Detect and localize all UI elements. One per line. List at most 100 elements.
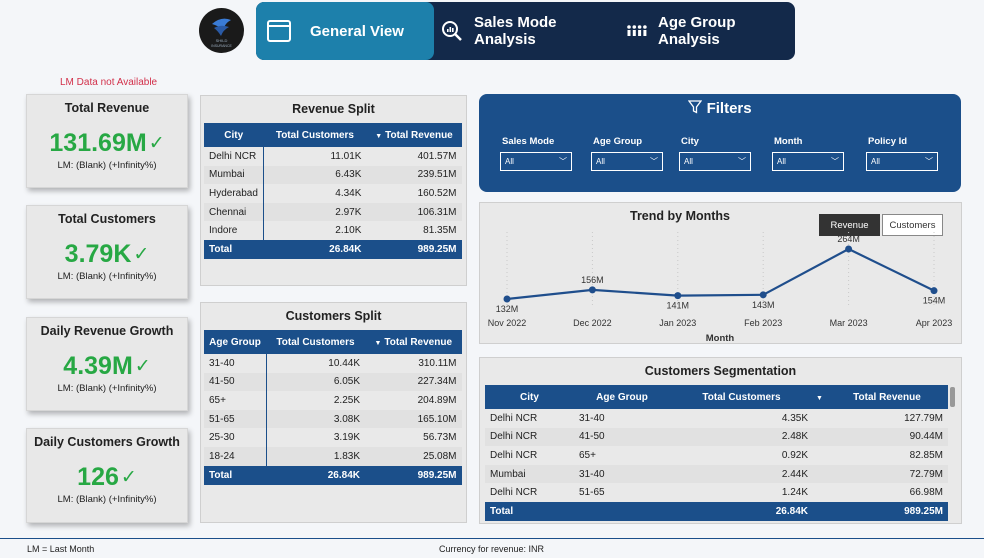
slicer-dropdown[interactable]: All ﹀	[591, 152, 663, 171]
total-cell	[574, 501, 670, 521]
slicer-dropdown[interactable]: All ﹀	[866, 152, 938, 171]
table-cell: 2.25K	[333, 394, 360, 406]
slicer-age-group[interactable]: Age Group All ﹀	[591, 136, 663, 171]
footer-divider	[0, 538, 984, 539]
x-tick-label: Dec 2022	[573, 318, 612, 328]
table-cell: 18-24	[204, 446, 267, 466]
table-row[interactable]: Indore 2.10K 81.35M	[204, 221, 462, 240]
table-cell: 66.98M	[909, 487, 943, 499]
table-cell: 227.34M	[365, 372, 462, 392]
total-cell: 989.25M	[366, 239, 462, 259]
table-cell: Delhi NCR	[490, 412, 538, 424]
filters-panel: Filters Sales Mode All ﹀ Age Group All ﹀ C…	[479, 94, 961, 192]
column-header[interactable]: City	[485, 385, 574, 409]
table-cell: 2.44K	[670, 464, 813, 484]
trend-line-chart: 132M Nov 2022 156M Dec 2022 141M Jan 2023 143M…	[488, 232, 952, 344]
filter-funnel-icon	[688, 100, 706, 117]
kpi-total-customers: Total Customers 3.79K ✓ LM: (Blank) (+Inf…	[26, 205, 188, 299]
check-icon: ✓	[148, 133, 165, 154]
series-line	[506, 247, 935, 301]
table-cell: 310.11M	[418, 357, 457, 369]
table-row[interactable]: Mumbai 6.43K 239.51M	[204, 165, 462, 185]
kpi-title: Total Revenue	[64, 101, 150, 115]
table-cell: 10.44K	[328, 357, 360, 369]
slicer-dropdown[interactable]: All ﹀	[679, 152, 751, 171]
table-cell: 31-40	[579, 412, 605, 424]
slicer-dropdown[interactable]: All ﹀	[772, 152, 844, 171]
table-cell: Delhi NCR	[490, 449, 538, 461]
slicer-month[interactable]: Month All ﹀	[772, 136, 844, 171]
tab-age-group-analysis[interactable]: Age Group Analysis	[626, 2, 792, 60]
table-cell: 6.05K	[266, 372, 365, 392]
data-point[interactable]	[674, 292, 682, 300]
column-header[interactable]: ▼ Total Revenue	[813, 385, 948, 409]
slicer-policy-id[interactable]: Policy Id All ﹀	[866, 136, 938, 171]
column-header[interactable]: Age Group	[204, 330, 266, 354]
table-cell: 4.35K	[781, 412, 808, 424]
table-row[interactable]: 41-50 6.05K 227.34M	[204, 372, 462, 392]
kpi-title: Daily Revenue Growth	[40, 324, 174, 338]
data-point[interactable]	[503, 295, 511, 303]
data-point[interactable]	[845, 245, 853, 253]
table-row[interactable]: Delhi NCR 51-65 1.24K 66.98M	[485, 483, 948, 502]
table-row[interactable]: Delhi NCR 41-50 2.48K 90.44M	[485, 427, 948, 447]
column-header[interactable]: City	[204, 123, 264, 147]
table-cell: 204.89M	[417, 394, 457, 406]
column-header[interactable]: Total Customers	[670, 385, 813, 409]
table-cell: 65+	[204, 391, 267, 410]
table-row[interactable]: Delhi NCR 65+ 0.92K 82.85M	[485, 446, 948, 465]
column-header[interactable]: Total Customers	[266, 330, 365, 354]
column-header[interactable]: Age Group	[574, 385, 670, 409]
table-cell: 3.19K	[333, 432, 360, 444]
slicer-label: City	[681, 136, 699, 147]
scrollbar-thumb[interactable]	[950, 387, 955, 407]
table-row[interactable]: 18-24 1.83K 25.08M	[204, 446, 462, 466]
table-row[interactable]: Hyderabad 4.34K 160.52M	[204, 184, 462, 203]
table-cell: 25-30	[204, 428, 267, 447]
data-point[interactable]	[588, 286, 596, 294]
tab-general-view[interactable]: General View	[256, 2, 434, 60]
tab-label: Age Group Analysis	[658, 14, 736, 48]
table-row[interactable]: Mumbai 31-40 2.44K 72.79M	[485, 464, 948, 484]
table-cell: 41-50	[574, 427, 670, 447]
table-row[interactable]: 65+ 2.25K 204.89M	[204, 391, 462, 410]
table-cell: 51-65	[579, 487, 605, 499]
x-tick-label: Feb 2023	[744, 318, 782, 328]
column-header[interactable]: ▼ Total Revenue	[365, 330, 462, 354]
table-cell: 106.31M	[366, 202, 462, 222]
revenue-split-table: City Total Customers ▼ Total Revenue Delh…	[204, 123, 462, 259]
tab-sales-mode-analysis[interactable]: Sales Mode Analysis	[440, 2, 615, 60]
kpi-subtext: LM: (Blank) (+Infinity%)	[57, 271, 157, 282]
slicer-label: Policy Id	[868, 136, 908, 147]
slicer-dropdown[interactable]: All ﹀	[500, 152, 572, 171]
data-point[interactable]	[759, 291, 767, 299]
table-row[interactable]: 51-65 3.08K 165.10M	[204, 409, 462, 429]
table-cell: 4.34K	[335, 187, 362, 199]
svg-text:INSURANCE: INSURANCE	[211, 44, 232, 48]
table-row[interactable]: 25-30 3.19K 56.73M	[204, 428, 462, 447]
column-header[interactable]: ▼ Total Revenue	[366, 123, 462, 147]
kpi-value: 4.39M ✓	[63, 352, 151, 380]
slicer-sales-mode[interactable]: Sales Mode All ﹀	[500, 136, 572, 171]
revenue-split-panel: Revenue Split City Total Customers ▼ Tota…	[200, 95, 467, 286]
table-cell: Chennai	[204, 202, 264, 222]
customers-split-panel: Customers Split Age Group Total Customer…	[200, 302, 467, 523]
data-point[interactable]	[930, 287, 938, 295]
table-cell: 72.79M	[813, 464, 948, 484]
window-icon	[266, 19, 292, 43]
table-cell: 239.51M	[366, 165, 462, 185]
data-label: 156M	[581, 275, 604, 285]
column-header[interactable]: Total Customers	[263, 123, 367, 147]
table-row[interactable]: Delhi NCR 11.01K 401.57M	[204, 147, 462, 166]
slicer-city[interactable]: City All ﹀	[679, 136, 751, 171]
table-cell: 82.85M	[909, 449, 943, 461]
table-cell: 81.35M	[423, 225, 457, 237]
table-row[interactable]: Delhi NCR 31-40 4.35K 127.79M	[485, 409, 948, 428]
table-cell: Indore	[204, 221, 264, 240]
svg-text:SHILD: SHILD	[216, 38, 228, 43]
slicer-label: Month	[774, 136, 803, 147]
data-label: 132M	[496, 304, 519, 314]
table-row[interactable]: 31-40 10.44K 310.11M	[204, 354, 462, 373]
table-row[interactable]: Chennai 2.97K 106.31M	[204, 202, 462, 222]
table-cell: 2.97K	[263, 202, 367, 222]
